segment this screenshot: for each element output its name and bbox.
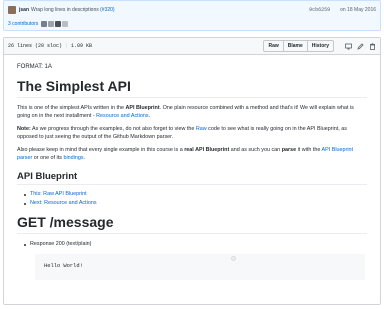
contributor-avatar[interactable] xyxy=(48,20,55,27)
commit-info-row: jsan Wrap long lines in descriptions (#3… xyxy=(8,5,376,15)
file-size: 1.09 KB xyxy=(71,43,93,49)
contributor-avatar[interactable] xyxy=(55,20,62,27)
contributors-link[interactable]: 3 contributors xyxy=(8,21,38,27)
response-label: Response 200 (text/plain) xyxy=(30,241,92,247)
commit-message[interactable]: Wrap long lines in descriptions xyxy=(31,7,99,13)
contributors-row: 3 contributors xyxy=(8,19,69,28)
commit-sha[interactable]: 9cb6259 xyxy=(309,7,330,13)
intro-text: This is one of the simplest APIs written… xyxy=(17,105,126,111)
file-header: 26 lines (20 sloc) | 1.09 KB Raw Blame His… xyxy=(4,38,380,55)
resource-actions-link[interactable]: Resource and Actions xyxy=(96,113,148,119)
commit-date: on 18 May 2016 xyxy=(340,7,376,13)
note-paragraph: Note: As we progress through the example… xyxy=(17,125,367,141)
history-button[interactable]: History xyxy=(306,40,334,52)
response-list: Response 200 (text/plain) xyxy=(17,240,367,249)
note-text: As we progress through the examples, do … xyxy=(30,126,196,132)
format-line: FORMAT: 1A xyxy=(17,64,52,70)
commit-meta: 9cb6259 on 18 May 2016 xyxy=(309,7,376,13)
bindings-link[interactable]: bindings xyxy=(63,155,83,161)
blame-button[interactable]: Blame xyxy=(282,40,308,52)
file-info: 26 lines (20 sloc) | 1.09 KB xyxy=(8,43,92,49)
parse-bold-2: parse xyxy=(281,147,297,153)
endpoint-heading: GET /message xyxy=(17,214,367,234)
commit-author[interactable]: jsan xyxy=(19,7,29,13)
file-actions: Raw Blame History xyxy=(263,40,376,52)
parse-text-4: or one of its xyxy=(32,155,64,161)
intro-text-3: . xyxy=(148,113,151,119)
note-label: Note: xyxy=(17,126,31,132)
file-button-group: Raw Blame History xyxy=(263,40,334,52)
desktop-icon[interactable] xyxy=(345,43,352,50)
nav-list: This: Raw API Blueprint Next: Resource a… xyxy=(17,190,367,208)
raw-button[interactable]: Raw xyxy=(263,40,284,52)
pr-link[interactable]: (#320) xyxy=(100,7,114,13)
contributor-avatar[interactable] xyxy=(41,20,48,27)
mouse-cursor xyxy=(231,256,236,261)
page-title: The Simplest API xyxy=(17,78,367,98)
author-avatar[interactable] xyxy=(8,6,16,14)
commit-tease: jsan Wrap long lines in descriptions (#3… xyxy=(3,0,381,31)
list-item: Next: Resource and Actions xyxy=(24,199,367,208)
intro-paragraph: This is one of the simplest APIs written… xyxy=(17,104,367,120)
raw-link[interactable]: Raw xyxy=(196,126,207,132)
section-heading: API Blueprint xyxy=(17,171,367,185)
list-item: This: Raw API Blueprint xyxy=(24,190,367,199)
parse-text-3: it with the xyxy=(296,147,322,153)
parse-text: Also please keep in mind that every sing… xyxy=(17,147,185,153)
pencil-icon[interactable] xyxy=(357,42,364,50)
file-container: 26 lines (20 sloc) | 1.09 KB Raw Blame His… xyxy=(3,37,381,305)
divider: | xyxy=(65,43,69,49)
parse-text-2: and as such you can xyxy=(229,147,282,153)
trash-icon[interactable] xyxy=(369,42,376,50)
contributor-avatar[interactable] xyxy=(62,20,69,27)
next-link[interactable]: Next: Resource and Actions xyxy=(30,200,97,206)
file-lines: 26 lines (20 sloc) xyxy=(8,43,63,49)
contributor-avatars xyxy=(41,20,69,27)
parse-bold: real API Blueprint xyxy=(184,147,230,153)
list-item: Response 200 (text/plain) xyxy=(24,240,367,249)
intro-bold: API Blueprint xyxy=(125,105,160,111)
this-raw-link[interactable]: This: Raw API Blueprint xyxy=(30,191,87,197)
parse-text-5: . xyxy=(83,155,86,161)
parse-paragraph: Also please keep in mind that every sing… xyxy=(17,146,367,162)
code-block: Hello World! xyxy=(35,254,365,280)
markdown-body: FORMAT: 1A The Simplest API This is one … xyxy=(4,56,380,304)
